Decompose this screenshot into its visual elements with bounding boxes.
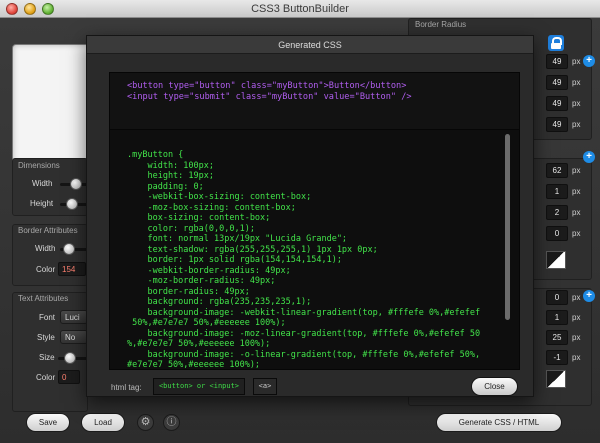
generated-css-dialog: Generated CSS <button type="button" clas… — [86, 35, 534, 397]
unit-label: px — [572, 187, 581, 196]
size-label: Size — [39, 353, 55, 362]
border-attributes-title: Border Attributes — [18, 226, 78, 235]
dimensions-width-slider[interactable] — [70, 178, 82, 190]
text-color-field[interactable]: 0 — [58, 370, 80, 384]
shadow-color-swatch[interactable] — [546, 251, 566, 269]
border-radius-title: Border Radius — [415, 20, 467, 29]
border-color-label: Color — [36, 265, 56, 274]
dialog-title: Generated CSS — [87, 36, 533, 54]
shadow-field-2[interactable]: 1 — [546, 184, 568, 199]
unit-label: px — [572, 313, 581, 322]
css-code: .myButton { width: 100px; height: 19px; … — [127, 150, 481, 370]
unit-label: px — [572, 166, 581, 175]
unit-label: px — [572, 208, 581, 217]
border-width-label: Width — [35, 244, 56, 253]
style-select[interactable]: No — [60, 330, 88, 344]
text-color-label: Color — [36, 373, 56, 382]
unit-label: px — [572, 78, 581, 87]
border-width-slider[interactable] — [63, 243, 75, 255]
css-scrollbar[interactable] — [505, 134, 510, 320]
css-code-box[interactable]: .myButton { width: 100px; height: 19px; … — [109, 129, 520, 370]
radius-bottom-left-field[interactable]: 49 — [546, 96, 568, 111]
info-icon[interactable]: ⓘ — [163, 414, 180, 431]
add-shadow-icon[interactable]: + — [583, 151, 595, 163]
font-select[interactable]: Luci — [60, 310, 88, 324]
shadow-field-4[interactable]: 0 — [546, 226, 568, 241]
window-title: CSS3 ButtonBuilder — [251, 3, 349, 15]
add-border-radius-icon[interactable]: + — [583, 55, 595, 67]
font-label: Font — [39, 313, 56, 322]
html-tag-label: html tag: — [111, 383, 142, 392]
text-shadow-color-swatch[interactable] — [546, 370, 566, 388]
load-button[interactable]: Load — [81, 413, 125, 432]
tag-option-a[interactable]: <a> — [253, 378, 277, 395]
radius-bottom-right-field[interactable]: 49 — [546, 117, 568, 132]
text-shadow-field-2[interactable]: 1 — [546, 310, 568, 325]
text-shadow-field-1[interactable]: 0 — [546, 290, 568, 305]
shadow-field-1[interactable]: 62 — [546, 163, 568, 178]
dimensions-height-label: Height — [30, 199, 54, 208]
generate-css-html-button[interactable]: Generate CSS / HTML — [436, 413, 562, 432]
border-color-field[interactable]: 154 — [58, 262, 86, 276]
unit-label: px — [572, 57, 581, 66]
gear-icon[interactable]: ⚙ — [137, 414, 154, 431]
unit-label: px — [572, 229, 581, 238]
dimensions-height-slider[interactable] — [66, 198, 78, 210]
style-label: Style — [37, 333, 55, 342]
lock-icon[interactable] — [548, 35, 564, 51]
radius-top-right-field[interactable]: 49 — [546, 75, 568, 90]
text-shadow-field-3[interactable]: 25 — [546, 330, 568, 345]
dimensions-title: Dimensions — [18, 161, 60, 170]
unit-label: px — [572, 293, 581, 302]
radius-top-left-field[interactable]: 49 — [546, 54, 568, 69]
unit-label: px — [572, 99, 581, 108]
dimensions-width-label: Width — [32, 179, 53, 188]
add-text-shadow-icon[interactable]: + — [583, 290, 595, 302]
html-code-line: <button type="button" class="myButton">B… — [127, 81, 407, 91]
text-attributes-title: Text Attributes — [18, 294, 69, 303]
unit-label: px — [572, 353, 581, 362]
text-size-slider[interactable] — [64, 352, 76, 364]
unit-label: px — [572, 333, 581, 342]
unit-label: px — [572, 120, 581, 129]
text-shadow-field-4[interactable]: -1 — [546, 350, 568, 365]
title-bar: CSS3 ButtonBuilder — [0, 0, 600, 18]
html-code-line: <input type="submit" class="myButton" va… — [127, 92, 412, 102]
close-button[interactable]: Close — [471, 377, 518, 396]
tag-option-button-input[interactable]: <button> or <input> — [153, 378, 245, 395]
save-button[interactable]: Save — [26, 413, 70, 432]
shadow-field-3[interactable]: 2 — [546, 205, 568, 220]
